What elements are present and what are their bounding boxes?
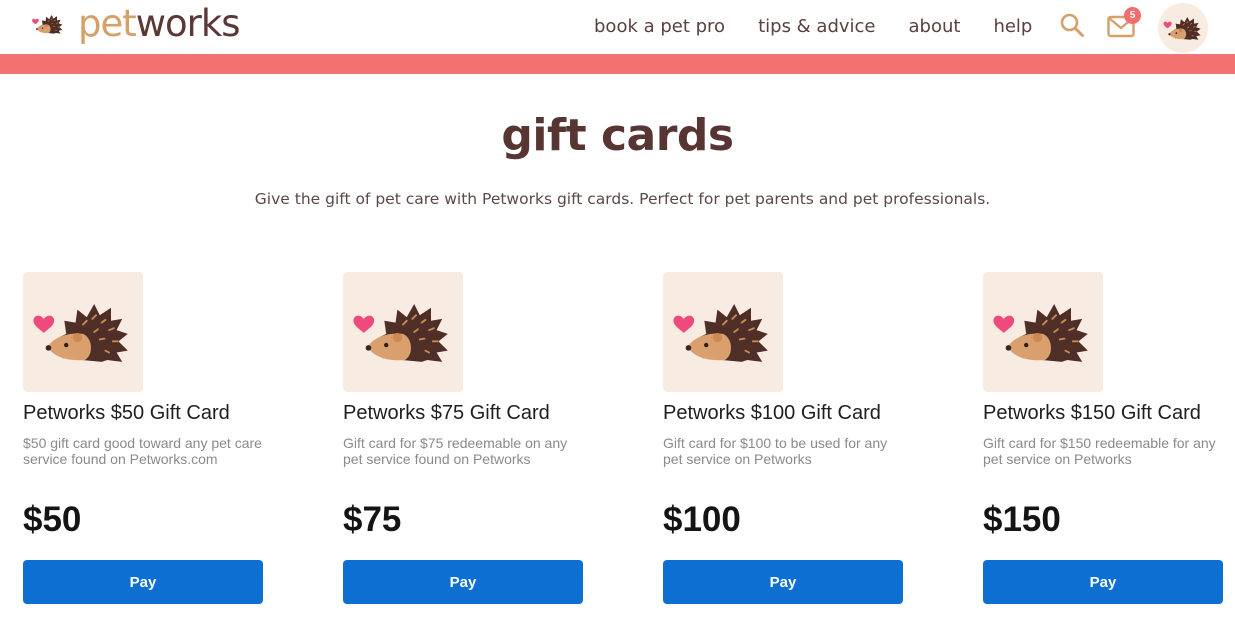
pay-button[interactable]: Pay xyxy=(343,560,583,604)
gift-card-50: Petworks $50 Gift Card $50 gift card goo… xyxy=(23,272,273,604)
gift-card-image xyxy=(23,272,143,392)
accent-bar xyxy=(0,54,1235,74)
main-nav: book a pet pro tips & advice about help xyxy=(594,12,1032,40)
gift-card-75: Petworks $75 Gift Card Gift card for $75… xyxy=(343,272,593,604)
gift-card-name: Petworks $50 Gift Card xyxy=(23,402,230,424)
pay-button[interactable]: Pay xyxy=(663,560,903,604)
logo-text: petworks xyxy=(78,2,241,45)
hedgehog-icon xyxy=(347,276,459,388)
gift-card-name: Petworks $75 Gift Card xyxy=(343,402,550,424)
hedgehog-icon xyxy=(667,276,779,388)
nav-help[interactable]: help xyxy=(993,16,1032,37)
logo[interactable]: petworks xyxy=(22,2,241,46)
gift-card-name: Petworks $100 Gift Card xyxy=(663,402,881,424)
logo-text-pet: pet xyxy=(78,2,137,45)
gift-card-description: Gift card for $75 redeemable on any pet … xyxy=(343,435,568,467)
notification-badge: 5 xyxy=(1124,7,1141,24)
gift-card-description: Gift card for $150 redeemable for any pe… xyxy=(983,435,1216,467)
gift-card-image xyxy=(663,272,783,392)
hedgehog-avatar-icon xyxy=(1161,6,1205,50)
pay-button[interactable]: Pay xyxy=(23,560,263,604)
pay-button[interactable]: Pay xyxy=(983,560,1223,604)
gift-card-150: Petworks $150 Gift Card Gift card for $1… xyxy=(983,272,1233,604)
gift-card-description: $50 gift card good toward any pet care s… xyxy=(23,435,262,467)
hedgehog-icon xyxy=(987,276,1099,388)
gift-card-price: $100 xyxy=(663,500,741,539)
user-avatar[interactable] xyxy=(1158,3,1208,53)
gift-card-price: $75 xyxy=(343,500,402,539)
nav-book-a-pet-pro[interactable]: book a pet pro xyxy=(594,16,725,37)
site-header: petworks book a pet pro tips & advice ab… xyxy=(0,0,1235,54)
gift-card-image xyxy=(343,272,463,392)
hedgehog-icon xyxy=(27,276,139,388)
page: petworks book a pet pro tips & advice ab… xyxy=(0,0,1235,644)
gift-card-image xyxy=(983,272,1103,392)
search-icon[interactable] xyxy=(1059,12,1085,38)
gift-card-description: Gift card for $100 to be used for any pe… xyxy=(663,435,888,467)
logo-text-works: works xyxy=(135,2,241,45)
page-title: gift cards xyxy=(501,110,734,161)
nav-about[interactable]: about xyxy=(909,16,961,37)
gift-card-name: Petworks $150 Gift Card xyxy=(983,402,1201,424)
gift-card-100: Petworks $100 Gift Card Gift card for $1… xyxy=(663,272,913,604)
gift-card-price: $50 xyxy=(23,500,82,539)
nav-tips-advice[interactable]: tips & advice xyxy=(758,16,875,37)
page-subtitle: Give the gift of pet care with Petworks … xyxy=(254,190,991,208)
gift-card-price: $150 xyxy=(983,500,1061,539)
hedgehog-logo-icon xyxy=(22,6,74,42)
